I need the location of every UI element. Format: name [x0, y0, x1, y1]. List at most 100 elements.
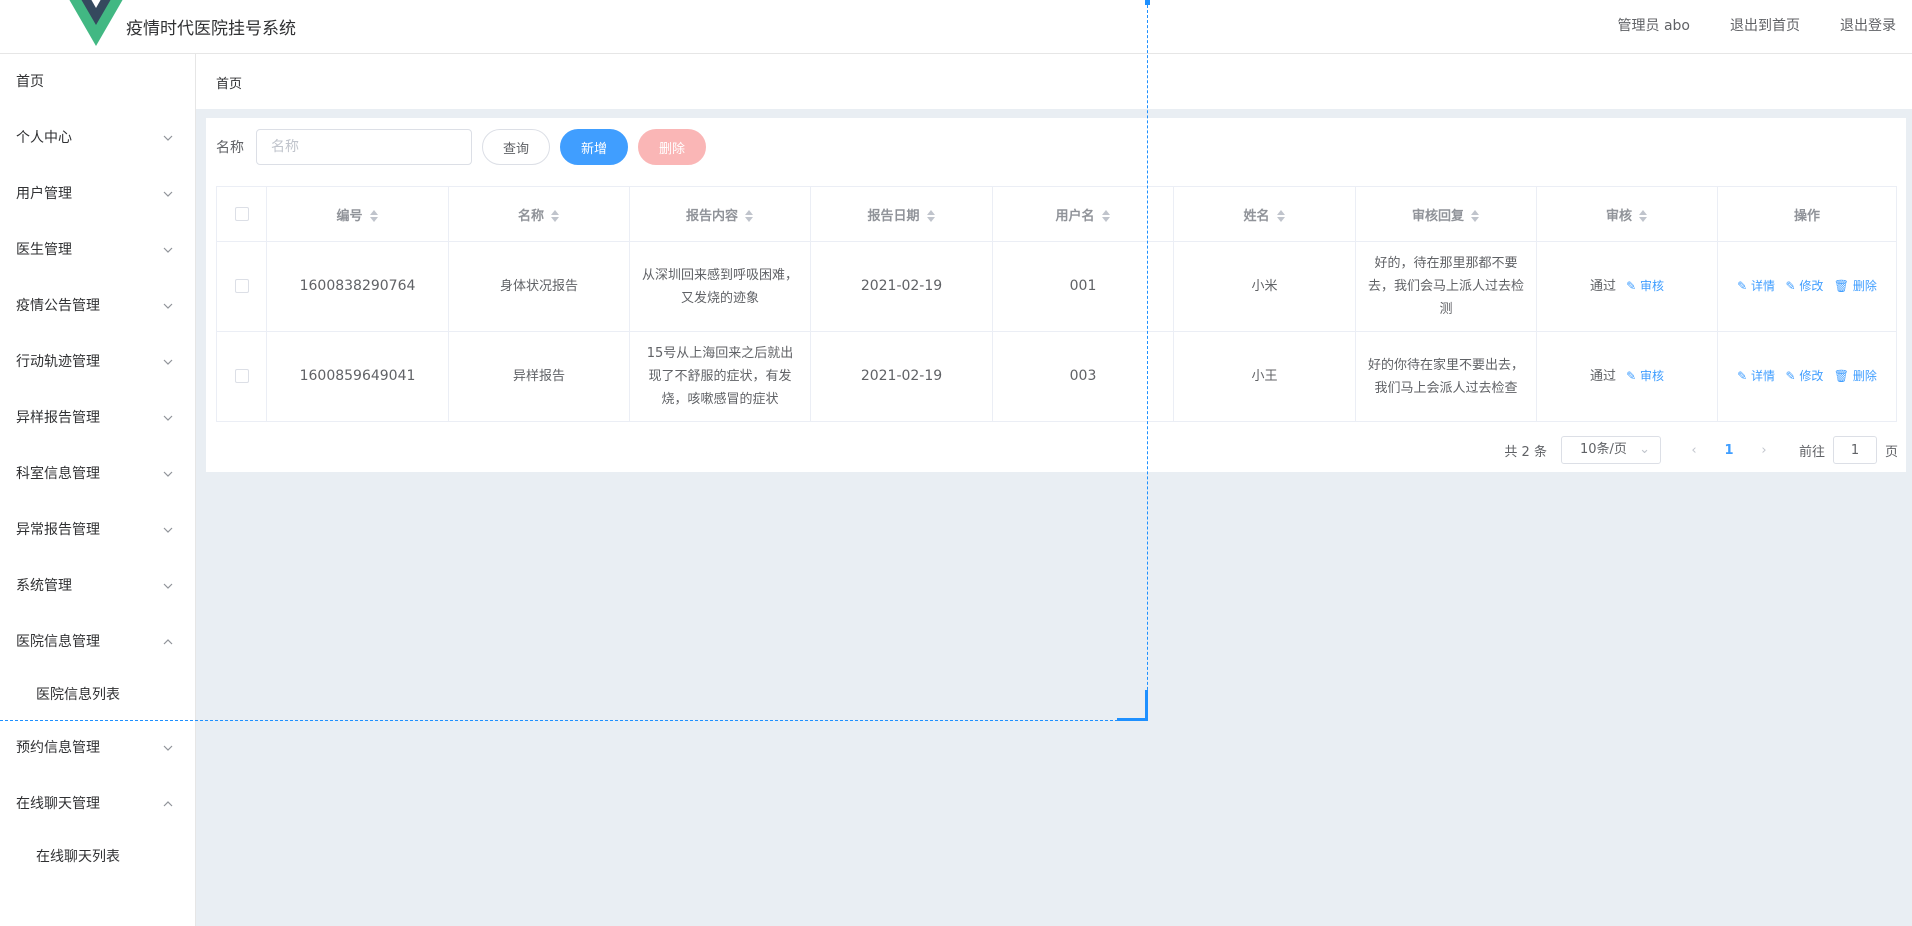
pagination-total: 共 2 条: [1504, 444, 1547, 460]
detail-link[interactable]: ✎ 详情: [1737, 369, 1775, 383]
sidebar-item[interactable]: 行动轨迹管理: [0, 334, 195, 390]
column-header-status[interactable]: 审核: [1536, 186, 1718, 242]
sidebar-item-label: 异常报告管理: [16, 522, 100, 538]
cell-name: 身体状况报告: [448, 241, 630, 332]
sidebar-item-label: 疫情公告管理: [16, 298, 100, 314]
name-search-input[interactable]: [256, 129, 472, 165]
search-label: 名称: [216, 140, 244, 156]
sidebar-item-label: 医院信息列表: [36, 687, 120, 703]
sidebar-item-label: 医生管理: [16, 242, 72, 258]
selection-corner-handle[interactable]: [1117, 690, 1148, 721]
column-header-date[interactable]: 报告日期: [810, 186, 993, 242]
cell-reply: 好的你待在家里不要出去，我们马上会派人过去检查: [1355, 331, 1537, 422]
column-header-actions: 操作: [1717, 186, 1897, 242]
chevron-down-icon: [163, 415, 173, 421]
goto-page: 前往 页: [1799, 436, 1898, 464]
logout-link[interactable]: 退出登录: [1840, 15, 1896, 35]
sidebar-item[interactable]: 科室信息管理: [0, 446, 195, 502]
breadcrumb-home[interactable]: 首页: [216, 73, 242, 92]
sidebar-item-label: 首页: [16, 74, 44, 90]
vue-logo-icon: [69, 0, 123, 46]
sidebar-item[interactable]: 用户管理: [0, 166, 195, 222]
app-title: 疫情时代医院挂号系统: [126, 19, 296, 39]
cell-id: 1600838290764: [266, 241, 449, 332]
sidebar-item[interactable]: 在线聊天管理: [0, 776, 195, 832]
sort-icon[interactable]: [926, 209, 936, 223]
back-home-link[interactable]: 退出到首页: [1730, 15, 1800, 35]
sidebar-item-label: 个人中心: [16, 130, 72, 146]
sidebar-item-label: 行动轨迹管理: [16, 354, 100, 370]
edit-link[interactable]: ✎ 修改: [1785, 279, 1823, 293]
current-user: 管理员 abo: [1617, 18, 1690, 34]
edit-link[interactable]: ✎ 修改: [1785, 369, 1823, 383]
sidebar-item[interactable]: 系统管理: [0, 558, 195, 614]
add-button[interactable]: 新增: [560, 129, 629, 165]
sort-icon[interactable]: [1101, 209, 1111, 223]
sidebar-item[interactable]: 预约信息管理: [0, 720, 195, 776]
cell-realname: 小米: [1173, 241, 1356, 332]
page-number[interactable]: 1: [1709, 443, 1749, 458]
sidebar-subitem[interactable]: 在线聊天列表: [0, 832, 195, 882]
pagination: 共 2 条 10条/页⌄ ‹ 1 › 前往 页: [1504, 436, 1898, 464]
sidebar-item-label: 异样报告管理: [16, 410, 100, 426]
select-all-checkbox[interactable]: [234, 207, 249, 221]
sidebar-item[interactable]: 异样报告管理: [0, 390, 195, 446]
row-checkbox[interactable]: [234, 369, 249, 383]
selection-border: [0, 720, 1148, 721]
cell-status: 通过 ✎ 审核: [1536, 241, 1718, 332]
sidebar-item-label: 医院信息管理: [16, 634, 100, 650]
cell-content: 15号从上海回来之后就出现了不舒服的症状，有发烧，咳嗽感冒的症状: [629, 331, 811, 422]
sort-icon[interactable]: [550, 209, 560, 223]
audit-link[interactable]: ✎ 审核: [1626, 279, 1664, 293]
chevron-down-icon: [163, 745, 173, 751]
next-page-icon[interactable]: ›: [1749, 443, 1779, 458]
chevron-down-icon: ⌄: [1639, 442, 1650, 457]
column-header-content[interactable]: 报告内容: [629, 186, 811, 242]
chevron-down-icon: [163, 247, 173, 253]
audit-link[interactable]: ✎ 审核: [1626, 369, 1664, 383]
table-row: 1600859649041 异样报告 15号从上海回来之后就出现了不舒服的症状，…: [216, 331, 1897, 422]
row-delete-link[interactable]: 🗑 删除: [1834, 279, 1877, 293]
cell-status: 通过 ✎ 审核: [1536, 331, 1718, 422]
sidebar-item[interactable]: 疫情公告管理: [0, 278, 195, 334]
sidebar-item[interactable]: 医生管理: [0, 222, 195, 278]
column-header-id[interactable]: 编号: [266, 186, 449, 242]
sidebar-item-label: 预约信息管理: [16, 740, 100, 756]
sidebar-item[interactable]: 医院信息管理: [0, 614, 195, 670]
goto-page-input[interactable]: [1832, 436, 1877, 464]
column-header-name[interactable]: 名称: [448, 186, 630, 242]
sidebar-item[interactable]: 个人中心: [0, 110, 195, 166]
sidebar-item-label: 在线聊天管理: [16, 796, 100, 812]
chevron-up-icon: [163, 801, 173, 807]
sidebar-menu: 首页个人中心用户管理医生管理疫情公告管理 行动轨迹管理 异样报告管理科室信息管理异常…: [0, 54, 196, 926]
sort-icon[interactable]: [369, 209, 379, 223]
prev-page-icon[interactable]: ‹: [1679, 443, 1709, 458]
page-size-select[interactable]: 10条/页 ⌄: [1560, 436, 1661, 464]
table-row: 1600838290764 身体状况报告 从深圳回来感到呼吸困难，又发烧的迹象 …: [216, 241, 1897, 332]
sidebar-subitem[interactable]: 医院信息列表: [0, 670, 195, 720]
column-header-reply[interactable]: 审核回复: [1355, 186, 1537, 242]
cell-content: 从深圳回来感到呼吸困难，又发烧的迹象: [629, 241, 811, 332]
detail-link[interactable]: ✎ 详情: [1737, 279, 1775, 293]
report-table: 编号 名称 报告内容 报告日期 用户名 姓名 审核回复 审核 操作 160083…: [216, 186, 1897, 422]
delete-button[interactable]: 删除: [638, 129, 707, 165]
chevron-down-icon: [163, 471, 173, 477]
sidebar-item-label: 系统管理: [16, 578, 72, 594]
top-header: 疫情时代医院挂号系统 管理员 abo 退出到首页 退出登录: [0, 0, 1912, 54]
row-checkbox[interactable]: [234, 279, 249, 293]
column-header-realname[interactable]: 姓名: [1173, 186, 1356, 242]
sidebar-item[interactable]: 异常报告管理: [0, 502, 195, 558]
sort-icon[interactable]: [1276, 209, 1286, 223]
sort-icon[interactable]: [1638, 209, 1648, 223]
selection-border: [1147, 0, 1148, 720]
row-delete-link[interactable]: 🗑 删除: [1834, 369, 1877, 383]
sort-icon[interactable]: [744, 209, 754, 223]
breadcrumb: 首页: [196, 54, 1912, 109]
cell-reply: 好的，待在那里那都不要去，我们会马上派人过去检测: [1355, 241, 1537, 332]
sidebar-item-label: 用户管理: [16, 186, 72, 202]
sidebar-item[interactable]: 首页: [0, 54, 195, 110]
sort-icon[interactable]: [1470, 209, 1480, 223]
chevron-down-icon: [163, 527, 173, 533]
cell-date: 2021-02-19: [810, 331, 993, 422]
query-button[interactable]: 查询: [482, 129, 551, 165]
